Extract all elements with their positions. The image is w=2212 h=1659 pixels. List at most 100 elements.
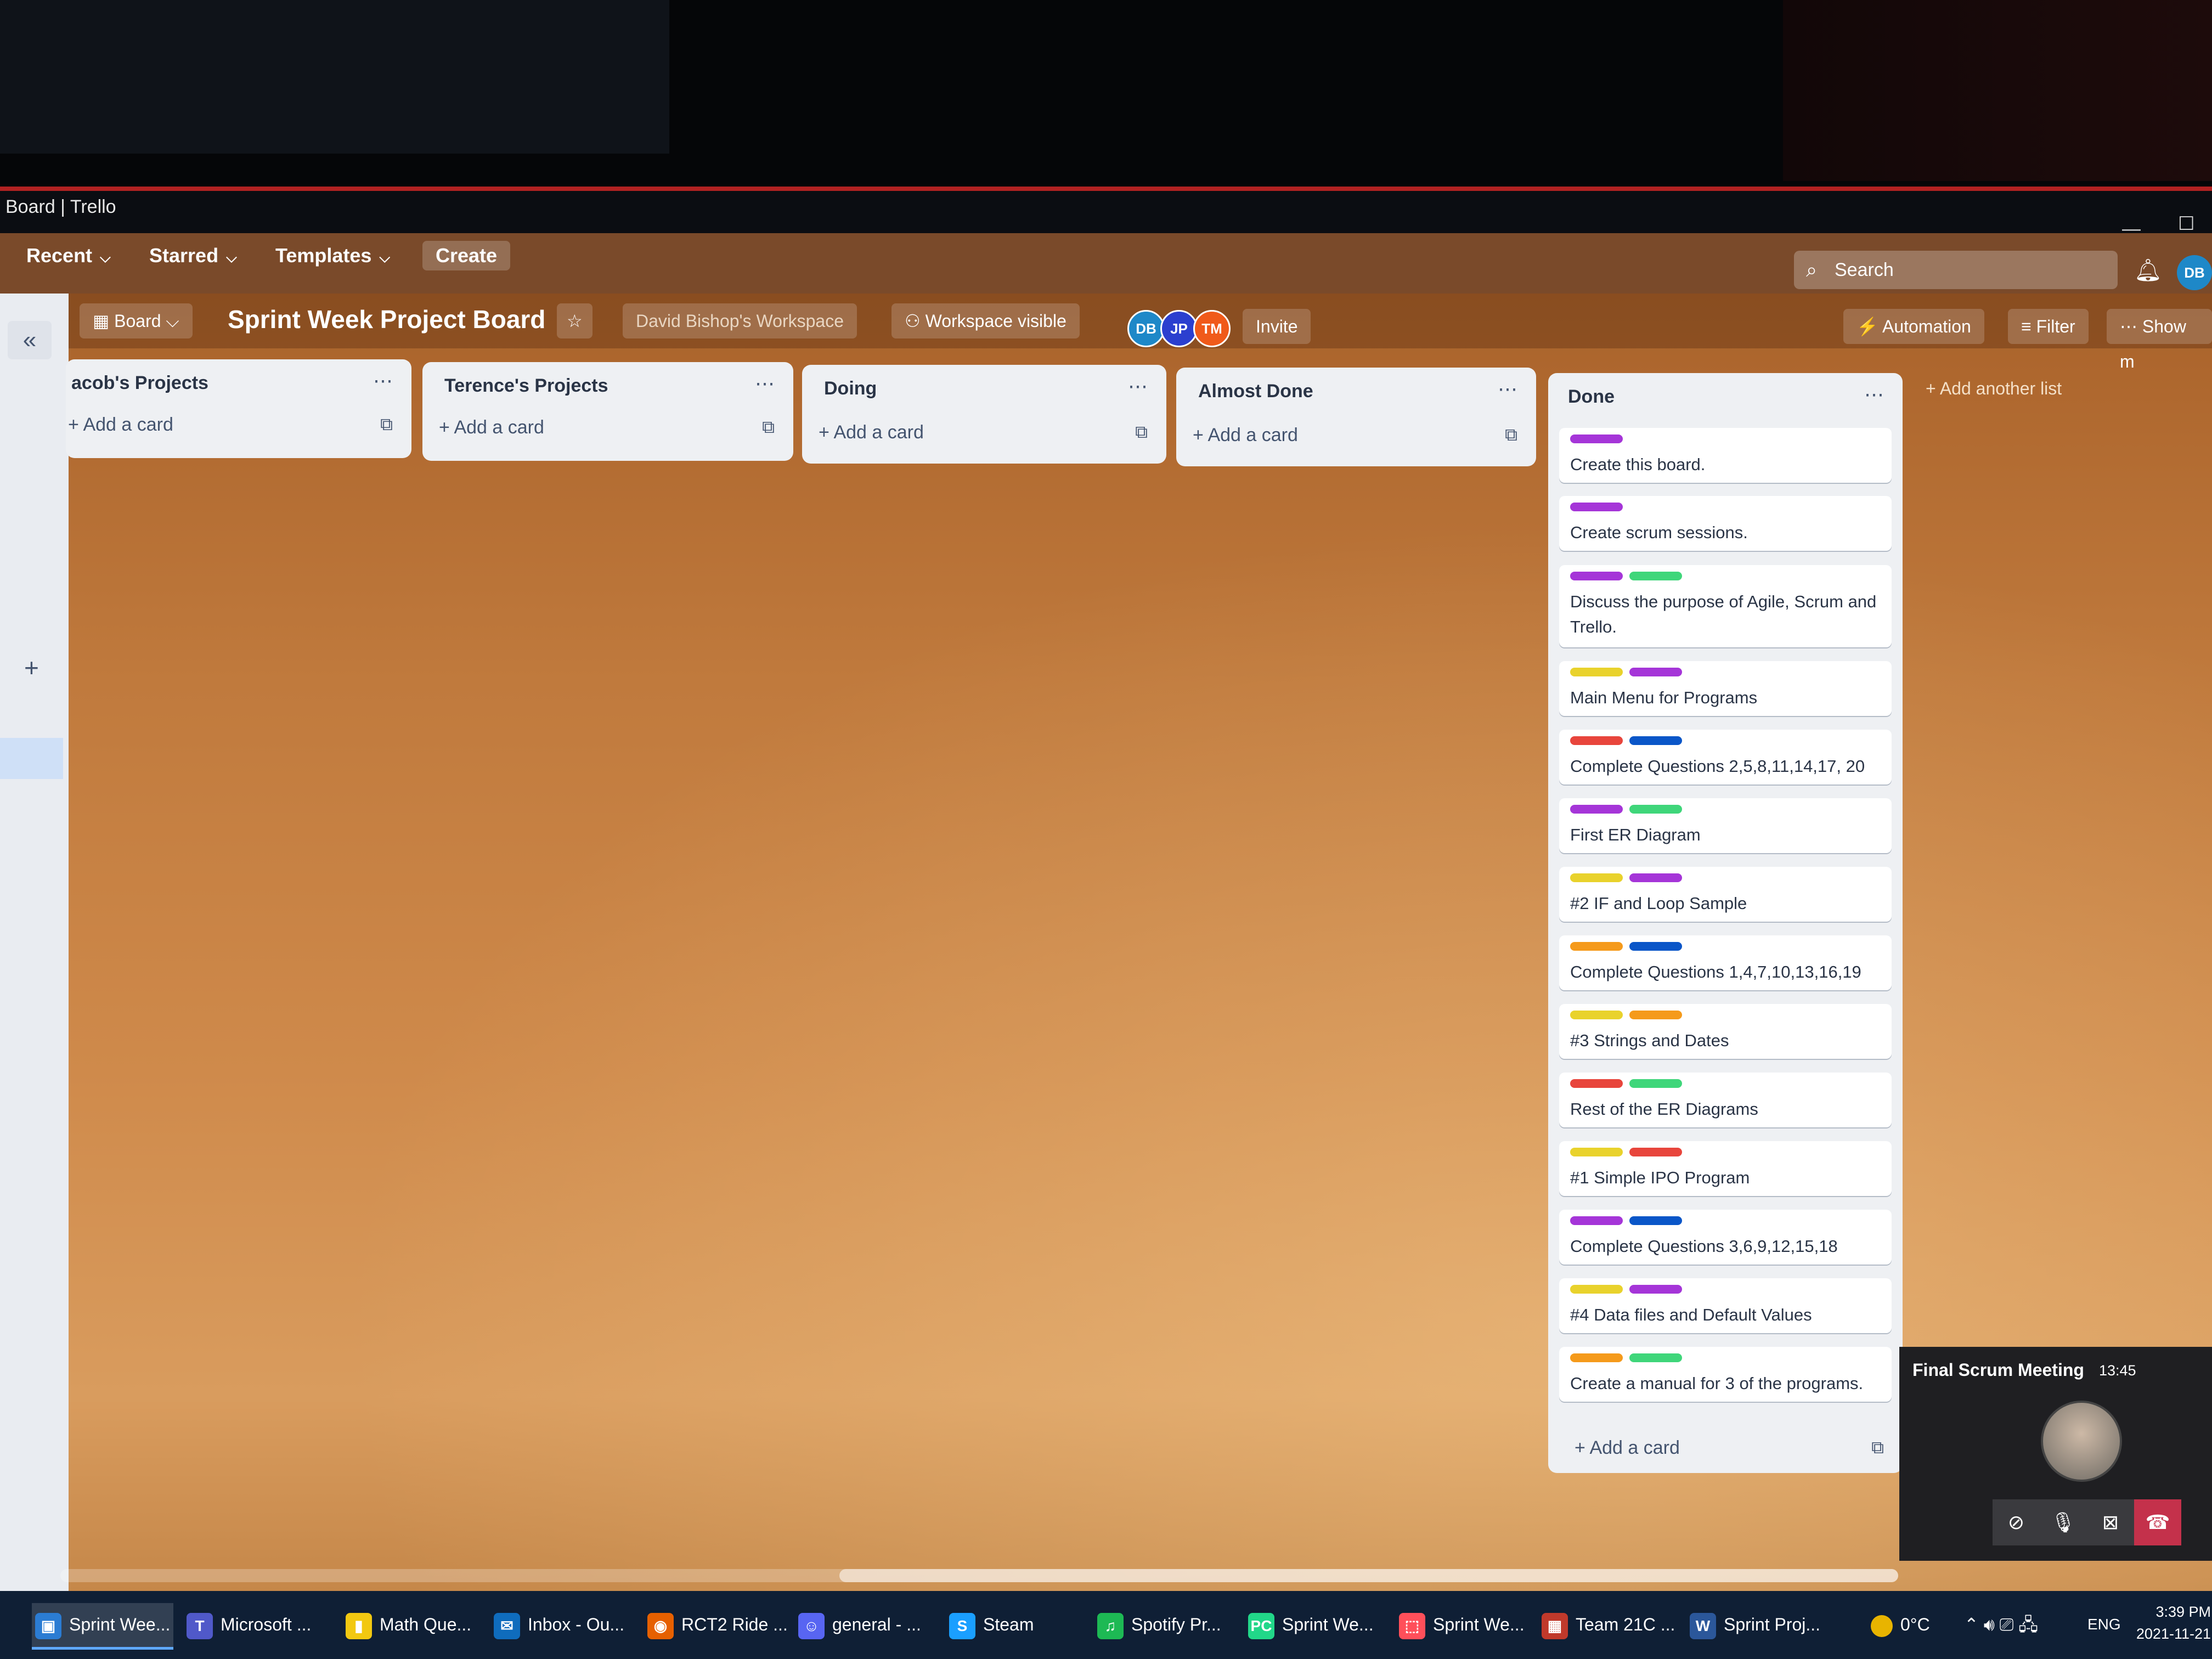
card-labels[interactable]: [1570, 668, 1689, 676]
card-labels[interactable]: [1570, 572, 1689, 580]
member-avatar[interactable]: TM: [1193, 310, 1231, 347]
card-label[interactable]: [1570, 736, 1623, 745]
card-label[interactable]: [1570, 1079, 1623, 1088]
list-title[interactable]: Done: [1568, 386, 1615, 408]
template-icon[interactable]: ⧉: [1505, 425, 1517, 445]
template-icon[interactable]: ⧉: [1135, 422, 1148, 443]
card-labels[interactable]: [1570, 1353, 1689, 1362]
card-label[interactable]: [1629, 805, 1682, 814]
taskbar-item[interactable]: S Steam: [949, 1607, 1034, 1641]
list-title[interactable]: Terence's Projects: [444, 375, 608, 397]
card-label[interactable]: [1570, 873, 1623, 882]
card-labels[interactable]: [1570, 1011, 1689, 1019]
list-title[interactable]: acob's Projects: [71, 373, 208, 394]
card[interactable]: Discuss the purpose of Agile, Scrum and …: [1559, 565, 1892, 647]
card-labels[interactable]: [1570, 736, 1689, 745]
star-icon[interactable]: ☆: [557, 303, 592, 338]
nav-recent[interactable]: Recent ⌵: [26, 244, 111, 267]
card-labels[interactable]: [1570, 435, 1629, 443]
taskbar-item[interactable]: ▦ Team 21C ...: [1542, 1607, 1675, 1641]
card-label[interactable]: [1629, 1353, 1682, 1362]
maximize-icon[interactable]: ☐: [2178, 213, 2194, 235]
card[interactable]: First ER Diagram: [1559, 798, 1892, 853]
list-title[interactable]: Doing: [824, 378, 877, 399]
card[interactable]: Complete Questions 3,6,9,12,15,18: [1559, 1210, 1892, 1265]
card-label[interactable]: [1629, 873, 1682, 882]
add-card-button[interactable]: + Add a card: [1193, 425, 1298, 446]
taskbar-item[interactable]: ✉ Inbox - Ou...: [494, 1607, 624, 1641]
automation-button[interactable]: ⚡ Automation: [1843, 309, 1984, 344]
card-label[interactable]: [1570, 1285, 1623, 1294]
card-labels[interactable]: [1570, 873, 1689, 882]
taskbar-item[interactable]: ⬚ Sprint We...: [1399, 1607, 1525, 1641]
taskbar-item[interactable]: ☺ general - ...: [798, 1607, 921, 1641]
card-label[interactable]: [1570, 805, 1623, 814]
card-labels[interactable]: [1570, 1079, 1689, 1088]
card-label[interactable]: [1629, 1216, 1682, 1225]
card-label[interactable]: [1629, 1285, 1682, 1294]
more-icon[interactable]: ⋯: [373, 369, 393, 392]
share-screen-icon[interactable]: ⊠: [2087, 1499, 2134, 1545]
board-view-button[interactable]: ▦ Board ⌵: [80, 303, 193, 338]
more-icon[interactable]: ⋯: [1864, 383, 1884, 406]
card-label[interactable]: [1570, 1216, 1623, 1225]
workspace-button[interactable]: David Bishop's Workspace: [623, 303, 857, 338]
list-title[interactable]: Almost Done: [1198, 381, 1313, 402]
card-label[interactable]: [1629, 1079, 1682, 1088]
card-label[interactable]: [1629, 736, 1682, 745]
microphone-icon[interactable]: 🎙︎: [2040, 1499, 2087, 1545]
member-avatar[interactable]: JP: [1160, 310, 1198, 347]
visibility-button[interactable]: ⚇ Workspace visible: [891, 303, 1080, 338]
card[interactable]: #1 Simple IPO Program: [1559, 1141, 1892, 1196]
template-icon[interactable]: ⧉: [380, 414, 393, 435]
card[interactable]: Main Menu for Programs: [1559, 661, 1892, 716]
card-label[interactable]: [1570, 668, 1623, 676]
taskbar-item[interactable]: PC Sprint We...: [1248, 1607, 1374, 1641]
card-label[interactable]: [1629, 1011, 1682, 1019]
avatar[interactable]: DB: [2177, 255, 2212, 290]
filter-button[interactable]: ≡ Filter: [2008, 309, 2089, 344]
card[interactable]: Complete Questions 1,4,7,10,13,16,19: [1559, 935, 1892, 990]
card-label[interactable]: [1570, 942, 1623, 951]
system-clock[interactable]: 3:39 PM 2021-11-21: [2129, 1601, 2211, 1645]
taskbar-item[interactable]: ♫ Spotify Pr...: [1097, 1607, 1221, 1641]
card-label[interactable]: [1570, 1353, 1623, 1362]
card-label[interactable]: [1629, 942, 1682, 951]
weather-icon[interactable]: 0°C: [1871, 1607, 1930, 1641]
card-labels[interactable]: [1570, 1285, 1689, 1294]
taskbar-item[interactable]: W Sprint Proj...: [1690, 1607, 1820, 1641]
add-card-button[interactable]: + Add a card: [68, 414, 173, 436]
card[interactable]: Complete Questions 2,5,8,11,14,17, 20: [1559, 730, 1892, 785]
card-label[interactable]: [1570, 1011, 1623, 1019]
horizontal-scrollbar[interactable]: [60, 1569, 1898, 1582]
search-input[interactable]: ⌕ Search: [1794, 251, 2118, 289]
show-menu-button[interactable]: ⋯ Show m: [2107, 309, 2212, 371]
card-labels[interactable]: [1570, 805, 1689, 814]
tray-icons[interactable]: ⌃ 🔊︎ ⎚ 🖧: [1964, 1607, 2038, 1641]
card-label[interactable]: [1570, 435, 1623, 443]
add-board-icon[interactable]: +: [24, 653, 39, 682]
card-labels[interactable]: [1570, 1216, 1689, 1225]
add-another-list-button[interactable]: + Add another list: [1926, 379, 2062, 399]
card-label[interactable]: [1629, 572, 1682, 580]
sidebar-item-selected[interactable]: [0, 738, 63, 779]
template-icon[interactable]: ⧉: [762, 417, 775, 438]
add-card-button[interactable]: + Add a card: [819, 422, 924, 443]
card[interactable]: Rest of the ER Diagrams: [1559, 1073, 1892, 1127]
card-labels[interactable]: [1570, 1148, 1689, 1156]
create-button[interactable]: Create: [422, 241, 511, 270]
nav-starred[interactable]: Starred ⌵: [149, 244, 237, 267]
camera-off-icon[interactable]: ⊘: [1993, 1499, 2040, 1545]
card[interactable]: Create a manual for 3 of the programs.: [1559, 1347, 1892, 1402]
card[interactable]: #3 Strings and Dates: [1559, 1004, 1892, 1059]
invite-button[interactable]: Invite: [1243, 309, 1311, 344]
bell-icon[interactable]: 🔔︎: [2134, 257, 2162, 283]
scrollbar-thumb[interactable]: [839, 1569, 1898, 1582]
more-icon[interactable]: ⋯: [755, 372, 775, 395]
card[interactable]: #4 Data files and Default Values: [1559, 1278, 1892, 1333]
card-label[interactable]: [1629, 668, 1682, 676]
member-avatar[interactable]: DB: [1127, 310, 1165, 347]
card[interactable]: #2 IF and Loop Sample: [1559, 867, 1892, 922]
card-label[interactable]: [1570, 503, 1623, 511]
more-icon[interactable]: ⋯: [1498, 377, 1517, 400]
